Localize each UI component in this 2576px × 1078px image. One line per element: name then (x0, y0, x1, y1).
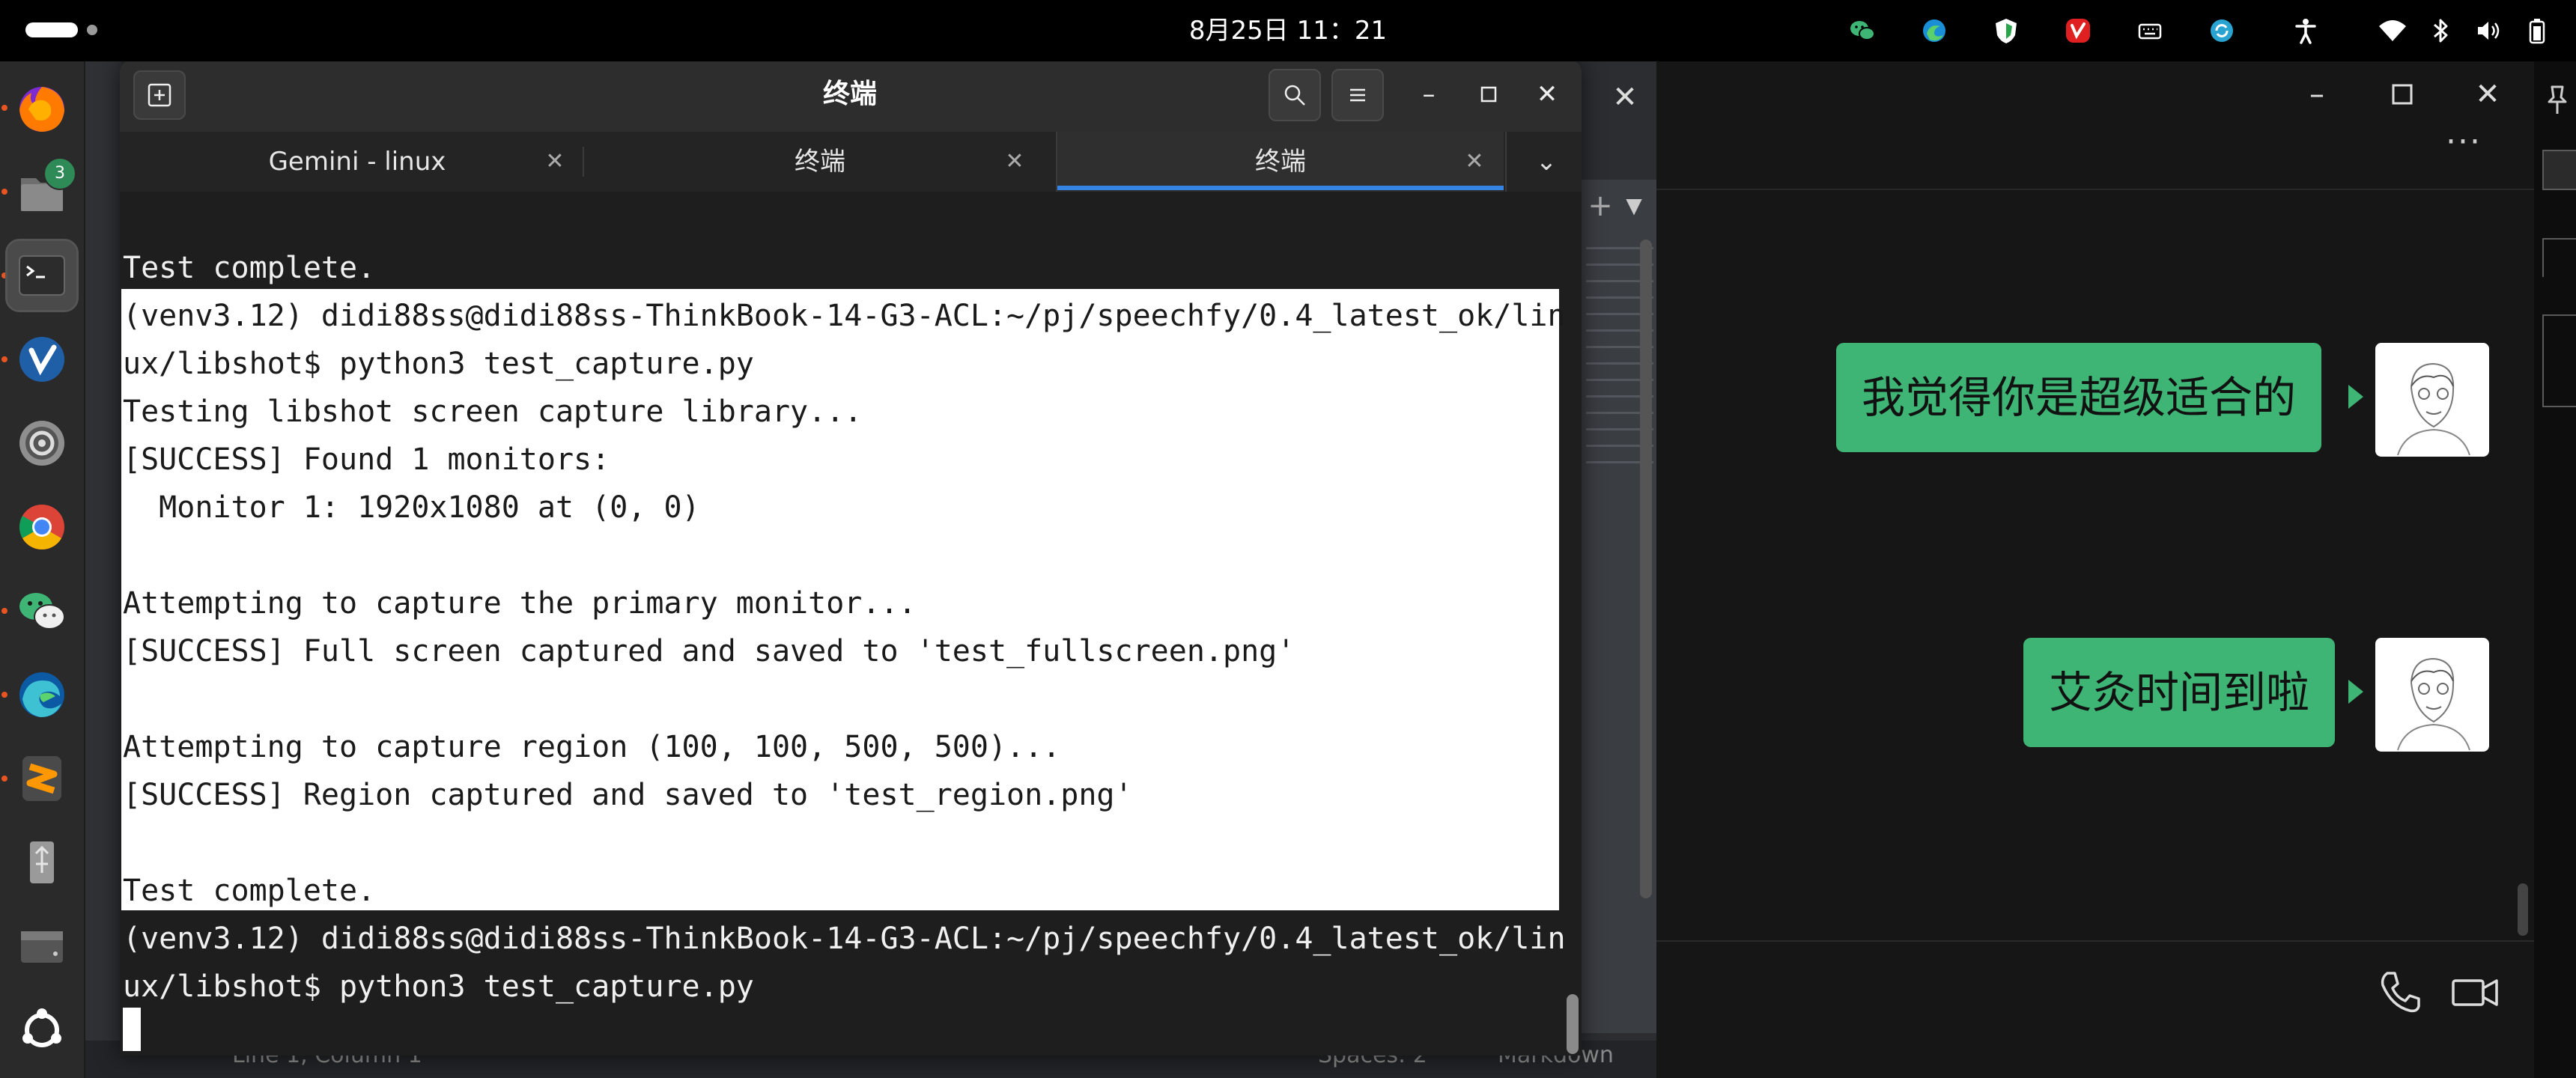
edge-tray-icon[interactable] (1917, 13, 1951, 48)
bubble-tail (2348, 385, 2363, 409)
usb-drive-icon[interactable] (7, 828, 76, 897)
vivaldi-tray-icon[interactable] (2061, 13, 2095, 48)
menu-button[interactable] (1331, 69, 1384, 121)
terminal-line: Test complete. (123, 874, 376, 908)
terminal-line: Testing libshot screen capture library..… (123, 395, 863, 429)
accessibility-icon[interactable] (2288, 13, 2323, 48)
wechat-icon[interactable] (7, 576, 76, 645)
settings-icon[interactable] (7, 409, 76, 478)
update-tray-icon[interactable] (2205, 13, 2239, 48)
tab-close-icon[interactable]: ✕ (996, 132, 1033, 192)
shield-tray-icon[interactable] (1989, 13, 2023, 48)
phone-call-icon[interactable] (2374, 966, 2426, 1018)
terminal-line: [SUCCESS] Region captured and saved to '… (123, 778, 1133, 812)
right-edge-window (2534, 61, 2576, 1078)
running-indicator (1, 189, 7, 195)
bubble-tail (2348, 680, 2363, 704)
tab-divider (1505, 132, 1507, 192)
terminal-cursor (123, 1008, 141, 1051)
tab-close-icon[interactable]: ✕ (1456, 132, 1493, 192)
avatar[interactable] (2375, 638, 2489, 752)
wechat-window (1656, 61, 2534, 1078)
volume-icon[interactable] (2471, 13, 2506, 48)
wechat-close-icon[interactable]: ✕ (2465, 72, 2510, 117)
wechat-minimize-icon[interactable]: – (2294, 72, 2339, 117)
edge-icon[interactable] (7, 660, 76, 729)
terminal-scrollbar[interactable] (1567, 994, 1579, 1054)
tab-list-chevron-icon[interactable]: ⌄ (1520, 132, 1573, 192)
menu-icon[interactable] (2542, 150, 2576, 190)
bluetooth-icon[interactable] (2423, 13, 2458, 48)
workspace-indicator[interactable] (87, 25, 97, 35)
wechat-more-icon[interactable]: ··· (2434, 126, 2494, 172)
terminal-line: [SUCCESS] Found 1 monitors: (123, 442, 610, 477)
active-tab-indicator (1057, 186, 1504, 190)
close-button[interactable]: ✕ (1526, 73, 1568, 115)
editor-close-icon[interactable]: ✕ (1603, 75, 1647, 120)
panel-outline (2542, 314, 2576, 407)
terminal-line: ux/libshot$ python3 test_capture.py (123, 969, 754, 1004)
terminal-title: 终端 (822, 79, 877, 109)
chat-input-divider (1656, 940, 2534, 942)
running-indicator (1, 272, 7, 278)
running-indicator (1, 776, 7, 782)
clock[interactable]: 8月25日 11：21 (1138, 10, 1438, 51)
editor-scrollbar[interactable] (1640, 240, 1652, 898)
terminal-line: Attempting to capture the primary monito… (123, 586, 917, 621)
tab-close-icon[interactable]: ✕ (536, 132, 574, 192)
running-indicator (1, 105, 7, 111)
editor-new-tab-icon[interactable]: + (1582, 187, 1619, 225)
terminal-line: (venv3.12) didi88ss@didi88ss-ThinkBook-1… (123, 922, 1566, 956)
running-indicator (1, 356, 7, 362)
terminal-line: [SUCCESS] Full screen captured and saved… (123, 634, 1295, 669)
terminal-line: Attempting to capture region (100, 100, … (123, 730, 1061, 764)
pin-icon[interactable] (2540, 82, 2575, 117)
editor-tab-dropdown-icon[interactable]: ▼ (1619, 191, 1649, 221)
search-button[interactable] (1269, 69, 1321, 121)
tab-terminal[interactable]: 终端 (584, 132, 1056, 192)
wifi-icon[interactable] (2375, 13, 2410, 48)
battery-icon[interactable] (2519, 13, 2554, 48)
chat-bubble[interactable]: 我觉得你是超级适合的 (1836, 343, 2322, 452)
firefox-icon[interactable] (7, 73, 76, 142)
tab-terminal-active[interactable]: 终端 (1057, 132, 1504, 192)
avatar[interactable] (2375, 343, 2489, 457)
editor-gutter (84, 61, 121, 1078)
video-call-icon[interactable] (2449, 966, 2501, 1018)
chrome-icon[interactable] (7, 493, 76, 561)
sublime-icon[interactable] (7, 744, 76, 813)
tab-gemini-linux[interactable]: Gemini - linux (121, 132, 593, 192)
ubuntu-icon[interactable] (7, 996, 76, 1065)
disk-icon[interactable] (7, 912, 76, 981)
wechat-maximize-icon[interactable] (2380, 72, 2425, 117)
vivaldi-icon[interactable] (7, 325, 76, 394)
running-indicator (1, 692, 7, 698)
files-badge: 3 (43, 157, 76, 190)
terminal-line: Test complete. (123, 251, 376, 285)
search-icon (1284, 85, 1305, 106)
terminal-icon[interactable] (5, 239, 79, 312)
minimize-button[interactable]: – (1408, 73, 1450, 115)
terminal-line: ux/libshot$ python3 test_capture.py (123, 347, 754, 381)
activities-button[interactable] (25, 22, 78, 37)
chat-scrollbar[interactable] (2518, 883, 2528, 936)
keyboard-icon[interactable] (2133, 13, 2167, 48)
panel-outline (2542, 238, 2576, 277)
chat-bubble[interactable]: 艾灸时间到啦 (2023, 638, 2336, 747)
hamburger-icon (1350, 88, 1365, 102)
terminal-line: (venv3.12) didi88ss@didi88ss-ThinkBook-1… (123, 299, 1566, 333)
running-indicator (1, 608, 7, 614)
terminal-line: Monitor 1: 1920x1080 at (0, 0) (123, 490, 700, 525)
wechat-tray-icon[interactable] (1845, 13, 1880, 48)
new-tab-button[interactable] (133, 70, 186, 120)
maximize-button[interactable] (1468, 73, 1510, 115)
